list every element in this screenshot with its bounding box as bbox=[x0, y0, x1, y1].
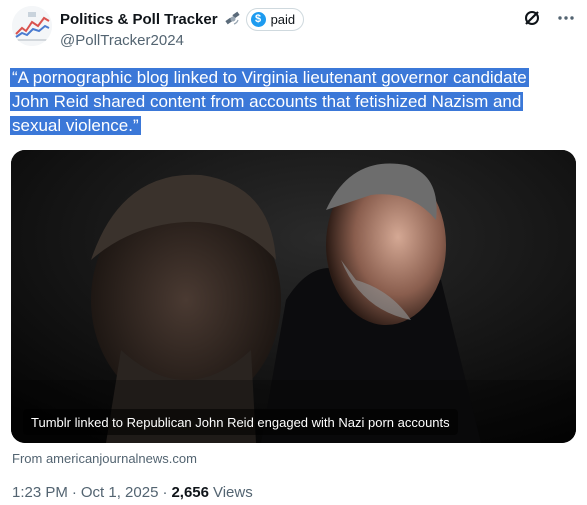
grok-icon[interactable] bbox=[522, 8, 542, 28]
satellite-icon bbox=[224, 10, 242, 28]
display-name[interactable]: Politics & Poll Tracker bbox=[60, 11, 218, 28]
tweet-text: “A pornographic blog linked to Virginia … bbox=[10, 66, 570, 138]
link-card[interactable]: Tumblr linked to Republican John Reid en… bbox=[11, 150, 576, 443]
views-label: Views bbox=[212, 484, 253, 501]
more-icon[interactable] bbox=[556, 8, 576, 28]
avatar[interactable] bbox=[12, 6, 52, 46]
paid-badge[interactable]: $ paid bbox=[245, 7, 305, 31]
handle[interactable]: @PollTracker2024 bbox=[60, 32, 184, 49]
tweet-text-line: “A pornographic blog linked to Virginia … bbox=[10, 68, 529, 87]
views-count: 2,656 bbox=[171, 484, 209, 501]
separator: · bbox=[71, 484, 77, 501]
card-image bbox=[11, 150, 576, 443]
paid-label: paid bbox=[270, 11, 296, 27]
tweet-header: Politics & Poll Tracker $ paid @PollTrac… bbox=[12, 6, 578, 54]
dollar-icon: $ bbox=[250, 11, 266, 27]
tweet-time[interactable]: 1:23 PM bbox=[12, 484, 68, 501]
tweet-meta: 1:23 PM · Oct 1, 2025 · 2,656 Views bbox=[12, 484, 253, 501]
card-caption: Tumblr linked to Republican John Reid en… bbox=[23, 409, 458, 435]
tweet-date[interactable]: Oct 1, 2025 bbox=[81, 484, 159, 501]
tweet-text-line: sexual violence.” bbox=[10, 116, 141, 135]
separator: · bbox=[162, 484, 168, 501]
tweet-text-line: John Reid shared content from accounts t… bbox=[10, 92, 524, 111]
card-source[interactable]: From americanjournalnews.com bbox=[12, 451, 197, 466]
